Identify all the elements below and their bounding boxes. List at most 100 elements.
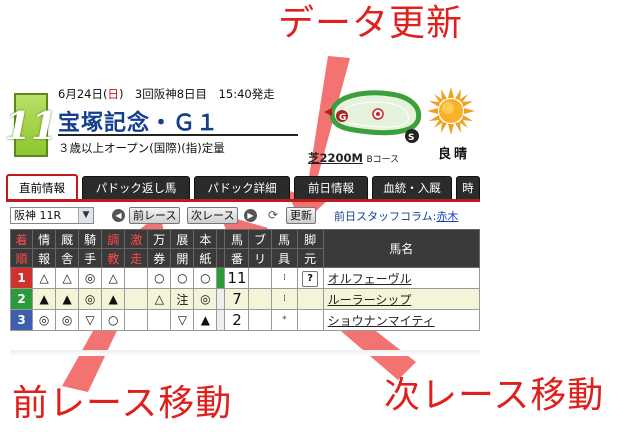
ashimoto-cell bbox=[296, 309, 324, 331]
sun-icon bbox=[427, 87, 475, 135]
header-blinker-top: ブ bbox=[248, 229, 272, 249]
svg-text:S: S bbox=[408, 133, 414, 143]
header-tenkai-top: 展 bbox=[170, 229, 195, 249]
prediction-mark: ▲ bbox=[55, 288, 80, 310]
race-select-value: 阪神 11R bbox=[14, 209, 62, 222]
tab-paddock-detail[interactable]: パドック詳細 bbox=[194, 176, 290, 199]
prediction-mark: ○ bbox=[193, 267, 218, 289]
tab-underline bbox=[6, 199, 480, 202]
tab-pre-race-info[interactable]: 直前情報 bbox=[6, 174, 78, 200]
race-nav-row: 阪神 11R ▼ ◀ 前レース 次レース ▶ ⟳ 更新 前日スタッフコラム:赤木 bbox=[10, 206, 480, 226]
tab-paddock-warmup[interactable]: パドック返し馬 bbox=[82, 176, 190, 199]
prediction-mark: ◎ bbox=[55, 309, 80, 331]
annotation-next-race-move: 次レース移動 bbox=[384, 375, 605, 416]
header-ashimoto-top: 脚 bbox=[296, 229, 324, 249]
prediction-mark: △ bbox=[55, 267, 80, 289]
header-manken-top: 万 bbox=[147, 229, 172, 249]
header-finish-bottom: 順 bbox=[9, 248, 34, 268]
annotation-prev-race-move: 前レース移動 bbox=[12, 383, 233, 424]
prediction-mark: ○ bbox=[147, 267, 172, 289]
horse-name-link[interactable]: オルフェーヴル bbox=[328, 272, 412, 286]
staff-column-author[interactable]: 赤木 bbox=[436, 210, 458, 223]
umaban-number: 11 bbox=[224, 267, 250, 289]
header-gap-top bbox=[216, 229, 226, 249]
distance-value: 芝2200M bbox=[308, 151, 363, 165]
annotation-data-update: データ更新 bbox=[278, 3, 464, 44]
staff-column-link[interactable]: 前日スタッフコラム:赤木 bbox=[334, 208, 458, 224]
header-blinker-bottom: リ bbox=[248, 248, 272, 268]
next-arrow-icon[interactable]: ▶ bbox=[244, 209, 257, 222]
tab-bar: 直前情報 パドック返し馬 パドック詳細 前日情報 血統・入厩 時 bbox=[6, 174, 480, 200]
horse-name-cell: ルーラーシップ bbox=[322, 288, 481, 310]
prediction-mark: ◎ bbox=[78, 267, 103, 289]
race-date: 6月24日( bbox=[58, 87, 108, 101]
header-manken-bottom: 券 bbox=[147, 248, 172, 268]
race-time: ) 3回阪神8日目 15:40発走 bbox=[118, 87, 275, 101]
horse-name-link[interactable]: ショウナンマイティ bbox=[328, 314, 435, 328]
table-header-row: 着情厩騎調激万展本馬ブ馬脚馬名 bbox=[9, 229, 481, 268]
prediction-mark bbox=[124, 267, 149, 289]
course-map-icon: G S bbox=[324, 90, 422, 143]
row-gap bbox=[216, 288, 226, 310]
sky-condition: 晴 bbox=[454, 147, 471, 162]
race-number-badge: 11 bbox=[5, 93, 57, 157]
prediction-mark: ○ bbox=[101, 309, 126, 331]
race-weekday: 日 bbox=[107, 87, 119, 101]
header-training-bottom: 教 bbox=[101, 248, 126, 268]
header-jockey-top: 騎 bbox=[78, 229, 103, 249]
race-select[interactable]: 阪神 11R ▼ bbox=[10, 207, 94, 224]
header-gekiso-top: 激 bbox=[124, 229, 149, 249]
prediction-mark: ▽ bbox=[78, 309, 103, 331]
prediction-mark: 注 bbox=[170, 288, 195, 310]
table-row: 3 ◎ ◎ ▽ ○ ▽ ▲ 2 * ショウナンマイティ bbox=[9, 309, 481, 331]
prediction-mark bbox=[124, 288, 149, 310]
tab-previous-day-info[interactable]: 前日情報 bbox=[294, 176, 368, 199]
prediction-mark: ▲ bbox=[32, 288, 57, 310]
header-finish-top: 着 bbox=[9, 229, 34, 249]
prediction-mark: ◎ bbox=[78, 288, 103, 310]
header-training-top: 調 bbox=[101, 229, 126, 249]
prev-arrow-icon[interactable]: ◀ bbox=[112, 209, 125, 222]
next-race-button[interactable]: 次レース bbox=[187, 207, 239, 224]
blinker-cell bbox=[248, 288, 272, 310]
ashimoto-cell: ? bbox=[296, 267, 324, 289]
table-row: 1 △ △ ◎ △ ○ ○ ○ 11 ⁞? オルフェーヴル bbox=[9, 267, 481, 289]
header-ashimoto-bottom: 元 bbox=[296, 248, 324, 268]
course-type: Bコース bbox=[366, 155, 400, 165]
tab-more[interactable]: 時 bbox=[456, 176, 480, 199]
table-fade bbox=[10, 350, 480, 356]
header-honshi-top: 本 bbox=[193, 229, 218, 249]
help-button[interactable]: ? bbox=[302, 270, 319, 287]
waku-number: 2 bbox=[9, 288, 34, 310]
header-bagu-top: 馬 bbox=[270, 229, 298, 249]
prediction-mark bbox=[147, 309, 172, 331]
row-gap bbox=[216, 267, 226, 289]
prediction-mark: ▲ bbox=[101, 288, 126, 310]
prediction-mark: ◎ bbox=[193, 288, 218, 310]
race-date-time: 6月24日(日) 3回阪神8日目 15:40発走 bbox=[58, 86, 275, 102]
tab-pedigree[interactable]: 血統・入厩 bbox=[372, 176, 452, 199]
header-stable-top: 厩 bbox=[55, 229, 80, 249]
svg-text:G: G bbox=[339, 113, 346, 123]
chevron-down-icon: ▼ bbox=[78, 208, 93, 223]
umaban-number: 7 bbox=[224, 288, 250, 310]
header-honshi-bottom: 紙 bbox=[193, 248, 218, 268]
waku-number: 1 bbox=[9, 267, 34, 289]
horse-name-link[interactable]: ルーラーシップ bbox=[328, 293, 412, 307]
prediction-mark: ○ bbox=[170, 267, 195, 289]
prediction-mark: ▽ bbox=[170, 309, 195, 331]
weather-condition: 良晴 bbox=[438, 143, 470, 162]
horse-name-cell: オルフェーヴル bbox=[322, 267, 481, 289]
blinker-cell bbox=[248, 309, 272, 331]
track-condition: 良 bbox=[438, 147, 455, 162]
header-bagu-bottom: 具 bbox=[270, 248, 298, 268]
staff-column-label: 前日スタッフコラム: bbox=[334, 210, 437, 223]
prev-race-button[interactable]: 前レース bbox=[129, 207, 181, 224]
horse-table: 着情厩騎調激万展本馬ブ馬脚馬名順報舎手教走券開紙番リ具元 1 △ △ ◎ △ ○ ○ ○ 11 ⁞?… bbox=[9, 229, 481, 331]
prediction-mark: △ bbox=[147, 288, 172, 310]
row-gap bbox=[216, 309, 226, 331]
header-info-top: 情 bbox=[32, 229, 57, 249]
header-umaban-bottom: 番 bbox=[224, 248, 250, 268]
table-row: 2 ▲ ▲ ◎ ▲ △ 注 ◎ 7 ⁞ ルーラーシップ bbox=[9, 288, 481, 310]
update-button[interactable]: 更新 bbox=[286, 207, 316, 224]
